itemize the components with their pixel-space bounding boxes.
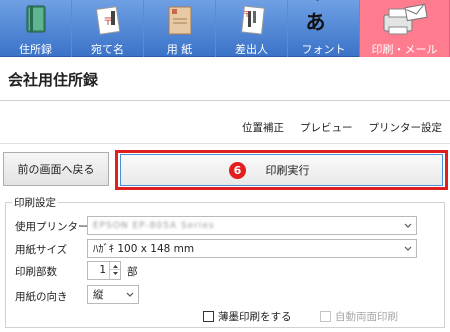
tab-sender[interactable]: 〒 差出人 (216, 0, 288, 57)
svg-text:〒: 〒 (243, 10, 251, 19)
paper-icon (162, 3, 198, 37)
printer-select[interactable]: EPSON EP-805A Series (87, 216, 417, 235)
tab-font[interactable]: ぁあ フォント (288, 0, 360, 57)
tab-address-book[interactable]: 住所録 (0, 0, 72, 57)
tab-print-mail[interactable]: 印刷・メール (360, 0, 450, 57)
address-card-icon: 〒 (90, 3, 126, 37)
address-book-icon (18, 3, 54, 37)
back-button[interactable]: 前の画面へ戻る (3, 152, 109, 186)
copies-stepper[interactable]: 1 (87, 261, 121, 280)
tab-label: 印刷・メール (371, 43, 438, 56)
duplex-print-checkbox: 自動両面印刷 (320, 309, 398, 324)
copies-value: 1 (99, 264, 106, 276)
tab-label: 用 紙 (166, 43, 193, 56)
execute-print-button[interactable]: 印刷実行 (120, 154, 443, 186)
font-glyph: ぁあ (305, 0, 326, 34)
printer-settings-link[interactable]: プリンター設定 (369, 120, 443, 135)
stepper-up-button[interactable] (110, 262, 120, 270)
divider (0, 100, 450, 101)
copies-unit: 部 (127, 266, 138, 278)
checkbox-box (203, 311, 214, 322)
divider (0, 143, 450, 144)
orientation-select[interactable]: 縦 (87, 285, 139, 304)
chevron-down-icon (404, 246, 412, 251)
copies-label: 印刷部数 (15, 266, 57, 278)
group-title: 印刷設定 (12, 195, 58, 210)
paper-size-select[interactable]: ﾊｶﾞｷ 100 x 148 mm (87, 239, 417, 258)
toolbar-links: 位置補正 プレビュー プリンター設定 (242, 120, 442, 135)
chevron-down-icon (126, 292, 134, 297)
arrow-up-icon (113, 265, 118, 268)
tab-bar: 住所録 〒 宛て名 用 紙 〒 差出人 あ フォント 印刷・メール (0, 0, 450, 57)
arrow-down-icon (113, 272, 118, 275)
tab-address-name[interactable]: 〒 宛て名 (72, 0, 144, 57)
tab-label: 差出人 (235, 43, 268, 56)
checkbox-box (320, 311, 331, 322)
thin-print-checkbox[interactable]: 薄墨印刷をする (203, 309, 292, 324)
step-badge: 6 (229, 162, 246, 179)
stepper-down-button[interactable] (110, 270, 120, 278)
duplex-print-label: 自動両面印刷 (335, 311, 398, 323)
stepper-buttons (109, 262, 120, 279)
position-correction-link[interactable]: 位置補正 (242, 120, 284, 135)
tab-label: 住所録 (19, 43, 52, 56)
tab-paper[interactable]: 用 紙 (144, 0, 216, 57)
page-title: 会社用住所録 (8, 71, 99, 89)
printer-value: EPSON EP-805A Series (93, 220, 215, 231)
orientation-label: 用紙の向き (15, 291, 68, 303)
tab-label: 宛て名 (91, 43, 124, 56)
printer-label: 使用プリンター (15, 221, 89, 233)
printer-mail-icon (380, 3, 430, 37)
orientation-value: 縦 (93, 289, 104, 301)
execute-print-label: 印刷実行 (265, 164, 310, 177)
chevron-down-icon (404, 223, 412, 228)
sender-card-icon: 〒 (234, 3, 270, 37)
paper-size-label: 用紙サイズ (15, 244, 68, 256)
tab-label: フォント (301, 43, 346, 56)
paper-size-value: ﾊｶﾞｷ 100 x 148 mm (93, 243, 195, 255)
thin-print-label: 薄墨印刷をする (218, 311, 292, 323)
font-icon: ぁあ (305, 0, 342, 37)
preview-link[interactable]: プレビュー (300, 120, 353, 135)
